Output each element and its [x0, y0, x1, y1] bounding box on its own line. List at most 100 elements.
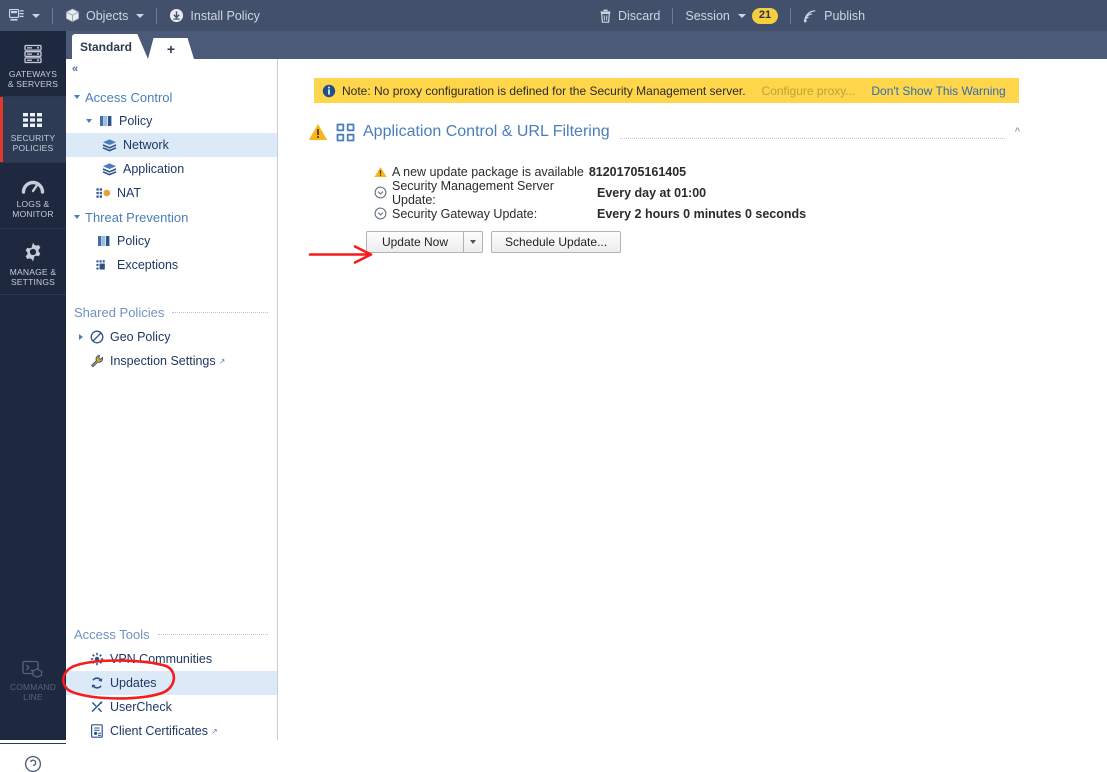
wrench-icon: [88, 354, 105, 368]
trash-icon: [599, 9, 612, 23]
app-menu-button[interactable]: [0, 0, 49, 31]
update-details-list: A new update package is available 812017…: [374, 161, 806, 224]
section-dot-leader: [157, 633, 268, 635]
chevron-down-icon: [136, 13, 145, 18]
window-list-icon: [8, 8, 24, 22]
sidebar-item-usercheck[interactable]: UserCheck: [66, 695, 277, 719]
chevron-up-icon[interactable]: ^: [1015, 126, 1020, 138]
four-squares-icon: [336, 123, 355, 142]
terminal-cube-icon: [22, 660, 44, 678]
rail-item-gateways-servers[interactable]: GATEWAYS & SERVERS: [0, 31, 66, 97]
objects-label: Objects: [86, 8, 129, 23]
gear-icon: [22, 241, 44, 263]
rail-item-logs-monitor[interactable]: LOGS & MONITOR: [0, 163, 66, 229]
tab-standard[interactable]: Standard: [72, 34, 148, 59]
tab-strip: Standard +: [66, 31, 1107, 59]
sidebar-label-exceptions: Exceptions: [117, 258, 179, 272]
sidebar-label-updates: Updates: [110, 676, 157, 690]
clock-circle-icon: [374, 207, 392, 220]
rail-item-help[interactable]: [0, 743, 66, 772]
install-policy-button[interactable]: Install Policy: [160, 0, 268, 31]
exceptions-grid-icon: [95, 259, 112, 272]
collapse-panel-icon[interactable]: «: [72, 63, 78, 75]
sidebar-item-client-certificates[interactable]: Client Certificates ↗: [66, 719, 277, 740]
publish-button[interactable]: Publish: [794, 0, 874, 31]
sidebar-item-updates[interactable]: Updates: [66, 671, 277, 695]
sidebar-label-geo-policy: Geo Policy: [110, 330, 171, 344]
objects-button[interactable]: Objects: [56, 0, 153, 31]
session-button[interactable]: Session 21: [676, 0, 787, 31]
session-count-badge: 21: [751, 7, 779, 24]
updates-content-pane: Note: No proxy configuration is defined …: [278, 59, 1107, 740]
chevron-down-icon: [32, 13, 40, 18]
sidebar-item-inspection-settings[interactable]: Inspection Settings ↗: [66, 349, 277, 373]
nat-grid-icon: [95, 187, 112, 200]
discard-label: Discard: [618, 8, 661, 23]
update-now-split-button[interactable]: Update Now: [366, 231, 483, 253]
usercheck-icon: [88, 700, 105, 714]
layers-icon: [101, 162, 118, 176]
nav-group-label-threat-prevention: Threat Prevention: [85, 209, 189, 225]
update-now-button[interactable]: Update Now: [366, 231, 463, 253]
rail-item-security-policies[interactable]: SECURITY POLICIES: [0, 97, 66, 163]
rail-item-command-line[interactable]: COMMAND LINE: [0, 646, 66, 712]
sidebar-item-threat-policy[interactable]: Policy: [66, 229, 277, 253]
dont-show-warning-link[interactable]: Don't Show This Warning: [871, 84, 1005, 98]
nav-group-threat-prevention[interactable]: Threat Prevention: [66, 205, 277, 229]
configure-proxy-link[interactable]: Configure proxy...: [762, 84, 856, 98]
update-gateway-schedule: Every 2 hours 0 minutes 0 seconds: [597, 206, 807, 221]
publish-label: Publish: [824, 8, 866, 23]
sidebar-item-network[interactable]: Network: [66, 133, 277, 157]
update-actions: Update Now Schedule Update...: [366, 231, 622, 253]
chevron-down-icon: [86, 119, 92, 123]
warning-triangle-icon: [374, 166, 392, 178]
warning-triangle-icon: [308, 123, 328, 141]
chevron-down-icon: [737, 13, 746, 18]
sidebar-label-vpn-communities: VPN Communities: [110, 652, 213, 666]
sidebar-item-vpn-communities[interactable]: VPN Communities: [66, 647, 277, 671]
chevron-down-icon: [470, 240, 476, 244]
clock-circle-icon: [374, 186, 392, 199]
section-title: Application Control & URL Filtering: [363, 123, 610, 140]
sidebar-label-inspection-settings: Inspection Settings: [110, 354, 216, 368]
sidebar-item-exceptions[interactable]: Exceptions: [66, 253, 277, 277]
section-dot-leader: [172, 311, 268, 313]
chevron-down-icon: [74, 215, 80, 219]
sidebar-label-threat-policy: Policy: [117, 234, 151, 248]
tab-add-button[interactable]: +: [148, 38, 194, 59]
update-row-management-label: Security Management Server Update:: [392, 178, 554, 207]
schedule-update-button[interactable]: Schedule Update...: [491, 231, 622, 253]
update-now-dropdown-button[interactable]: [463, 231, 483, 253]
proxy-notice-banner: Note: No proxy configuration is defined …: [314, 78, 1019, 103]
servers-icon: [22, 43, 44, 65]
sidebar-item-nat[interactable]: NAT: [66, 181, 277, 205]
info-circle-icon: [322, 84, 336, 98]
sidebar-item-geo-policy[interactable]: Geo Policy: [66, 325, 277, 349]
help-circle-icon: [23, 752, 43, 772]
nav-group-access-control[interactable]: Access Control: [66, 85, 277, 109]
sidebar-label-usercheck: UserCheck: [110, 700, 172, 714]
section-dot-leader: [619, 137, 1005, 139]
grid-blocks-icon: [22, 111, 44, 129]
sidebar-item-application[interactable]: Application: [66, 157, 277, 181]
rail-item-manage-settings[interactable]: MANAGE & SETTINGS: [0, 229, 66, 295]
section-access-tools: Access Tools: [66, 621, 277, 647]
rail-label-manage-settings: MANAGE & SETTINGS: [9, 266, 57, 287]
discard-button[interactable]: Discard: [590, 0, 669, 31]
geo-circle-icon: [88, 330, 105, 344]
layers-icon: [101, 138, 118, 152]
update-row-package-label: A new update package is available: [392, 164, 584, 179]
sidebar-label-access-policy: Policy: [119, 114, 153, 128]
certificate-icon: [88, 724, 105, 738]
sidebar-label-application: Application: [123, 162, 185, 176]
external-link-icon: ↗: [210, 726, 218, 736]
download-circle-icon: [169, 8, 184, 23]
proxy-notice-text: Note: No proxy configuration is defined …: [342, 83, 746, 98]
sidebar-item-access-policy[interactable]: Policy: [66, 109, 277, 133]
gauge-icon: [21, 177, 45, 195]
sidebar-label-nat: NAT: [117, 186, 142, 200]
nav-tree: Access Control Policy Network Applicatio…: [66, 85, 277, 373]
section-label-access-tools: Access Tools: [74, 626, 150, 642]
application-control-section-header[interactable]: Application Control & URL Filtering ^: [308, 119, 1020, 145]
policy-navigation-panel: « Access Control Policy Network Applicat…: [66, 59, 278, 740]
